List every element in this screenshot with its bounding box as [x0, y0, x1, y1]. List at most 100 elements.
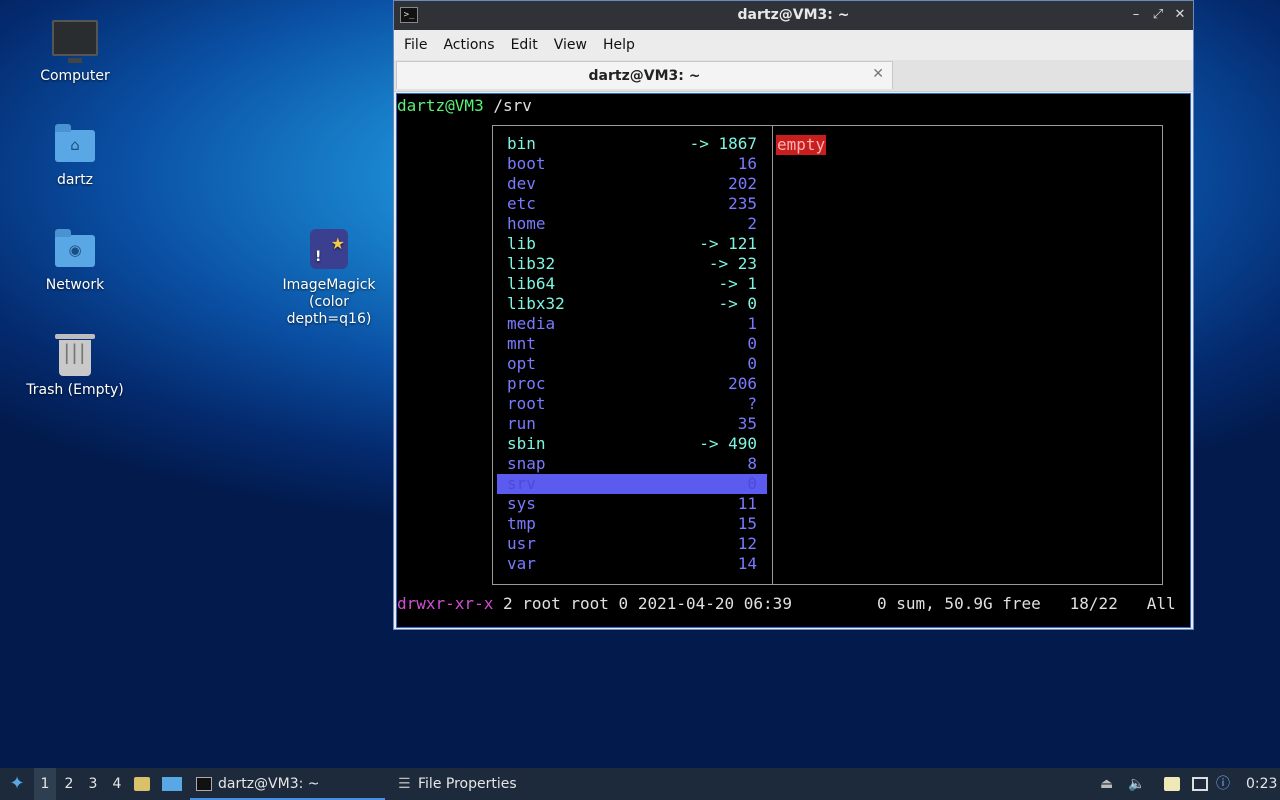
listing-name: boot: [507, 154, 546, 173]
listing-row[interactable]: run 35: [497, 414, 767, 434]
tab-close-icon[interactable]: ✕: [872, 66, 884, 82]
task-terminal[interactable]: dartz@VM3: ~: [190, 768, 385, 800]
listing-row[interactable]: sbin -> 490: [497, 434, 767, 454]
workspace-1[interactable]: 1: [34, 768, 56, 800]
computer-icon: [51, 16, 99, 64]
eject-icon[interactable]: ⏏: [1100, 768, 1116, 800]
listing-name: snap: [507, 454, 546, 473]
minimize-icon[interactable]: –: [1127, 6, 1145, 24]
start-menu-icon[interactable]: ✦: [4, 768, 30, 800]
status-line: drwxr-xr-x 2 root root 0 2021-04-20 06:3…: [397, 594, 1176, 613]
listing-row[interactable]: boot 16: [497, 154, 767, 174]
listing-name: bin: [507, 134, 536, 153]
listing-count: 202: [728, 174, 757, 193]
listing-count: 35: [737, 414, 757, 433]
listing-row[interactable]: libx32 -> 0: [497, 294, 767, 314]
listing-name: dev: [507, 174, 536, 193]
status-info: 2 root root 0 2021-04-20 06:39: [493, 594, 792, 613]
desktop-icon-computer[interactable]: Computer: [20, 16, 130, 85]
prompt-user: dartz@VM3: [397, 96, 484, 115]
menu-actions[interactable]: Actions: [435, 37, 502, 53]
listing-row[interactable]: dev 202: [497, 174, 767, 194]
listing-count: 8: [747, 454, 757, 473]
listing-name: etc: [507, 194, 536, 213]
listing-name: lib: [507, 234, 536, 253]
network-status-icon[interactable]: [1192, 768, 1210, 800]
terminal-area[interactable]: dartz@VM3 /srv bin -> 1867 boot 16 dev 202 etc…: [396, 93, 1191, 628]
listing-row[interactable]: tmp 15: [497, 514, 767, 534]
task-label: File Properties: [418, 776, 517, 792]
listing-count: 16: [737, 154, 757, 173]
status-perms: drwxr-xr-x: [397, 594, 494, 613]
listing-row[interactable]: snap 8: [497, 454, 767, 474]
listing-name: opt: [507, 354, 536, 373]
pane-divider: [772, 125, 773, 585]
listing-row[interactable]: mnt 0: [497, 334, 767, 354]
listing-row[interactable]: bin -> 1867: [497, 134, 767, 154]
workspace-3[interactable]: 3: [82, 768, 104, 800]
listing-count: -> 1: [718, 274, 757, 293]
workspace-4[interactable]: 4: [106, 768, 128, 800]
status-right: 0 sum, 50.9G free 18/22 All: [877, 594, 1176, 613]
preview-empty-tag: empty: [776, 135, 827, 155]
list-icon: ☰: [398, 776, 411, 792]
listing-row[interactable]: opt 0: [497, 354, 767, 374]
volume-icon[interactable]: 🔈: [1128, 768, 1146, 800]
listing-count: 235: [728, 194, 757, 213]
desktop-icon-imagemagick[interactable]: ! ImageMagick (color depth=q16): [274, 225, 384, 328]
window-titlebar[interactable]: >_ dartz@VM3: ~ – ⤢ ✕: [394, 1, 1193, 30]
tab-terminal[interactable]: dartz@VM3: ~ ✕: [396, 61, 893, 89]
listing-name: var: [507, 554, 536, 573]
listing-name: root: [507, 394, 546, 413]
listing-name: lib32: [507, 254, 556, 273]
menu-help[interactable]: Help: [595, 37, 643, 53]
listing-name: usr: [507, 534, 536, 553]
listing-count: 206: [728, 374, 757, 393]
clock: 0:23: [1246, 776, 1278, 792]
file-manager-launcher-icon[interactable]: [134, 768, 154, 800]
terminal-icon: [196, 777, 212, 791]
desktop-icon-label: dartz: [56, 172, 94, 188]
listing-row[interactable]: etc 235: [497, 194, 767, 214]
listing-row[interactable]: usr 12: [497, 534, 767, 554]
desktop-icon-trash[interactable]: ||| Trash (Empty): [20, 330, 130, 399]
menu-view[interactable]: View: [546, 37, 595, 53]
task-file-properties[interactable]: ☰ File Properties: [390, 768, 608, 800]
listing-row[interactable]: srv 0: [497, 474, 767, 494]
task-label: dartz@VM3: ~: [218, 776, 320, 792]
listing-name: proc: [507, 374, 546, 393]
listing-count: 15: [737, 514, 757, 533]
close-icon[interactable]: ✕: [1171, 6, 1189, 24]
listing-count: -> 0: [718, 294, 757, 313]
network-folder-icon: ◉: [51, 225, 99, 273]
listing-row[interactable]: media 1: [497, 314, 767, 334]
show-desktop-icon[interactable]: [162, 768, 184, 800]
listing-count: -> 1867: [689, 134, 757, 153]
listing-row[interactable]: lib64 -> 1: [497, 274, 767, 294]
listing-count: -> 121: [699, 234, 757, 253]
imagemagick-icon: !: [305, 225, 353, 273]
listing-row[interactable]: root?: [497, 394, 767, 414]
listing-name: home: [507, 214, 546, 233]
desktop-icon-home-folder[interactable]: ⌂ dartz: [20, 120, 130, 189]
listing-row[interactable]: var 14: [497, 554, 767, 574]
maximize-icon[interactable]: ⤢: [1149, 6, 1167, 24]
menu-edit[interactable]: Edit: [503, 37, 546, 53]
terminal-window: >_ dartz@VM3: ~ – ⤢ ✕ File Actions Edit …: [393, 0, 1194, 630]
listing-row[interactable]: home 2: [497, 214, 767, 234]
menu-file[interactable]: File: [396, 37, 435, 53]
workspace-2[interactable]: 2: [58, 768, 80, 800]
desktop-icon-label: ImageMagick (color depth=q16): [282, 277, 376, 327]
notification-icon[interactable]: ⓘ: [1216, 768, 1236, 800]
listing-name: srv: [507, 474, 536, 493]
tab-bar: dartz@VM3: ~ ✕: [394, 60, 1193, 92]
desktop-icon-label: Computer: [40, 68, 110, 84]
listing-row[interactable]: sys 11: [497, 494, 767, 514]
clipboard-icon[interactable]: [1164, 768, 1182, 800]
listing-row[interactable]: lib -> 121: [497, 234, 767, 254]
listing-row[interactable]: lib32 -> 23: [497, 254, 767, 274]
listing-count: -> 23: [708, 254, 757, 273]
desktop-icon-network[interactable]: ◉ Network: [20, 225, 130, 294]
listing-row[interactable]: proc 206: [497, 374, 767, 394]
listing-name: run: [507, 414, 536, 433]
